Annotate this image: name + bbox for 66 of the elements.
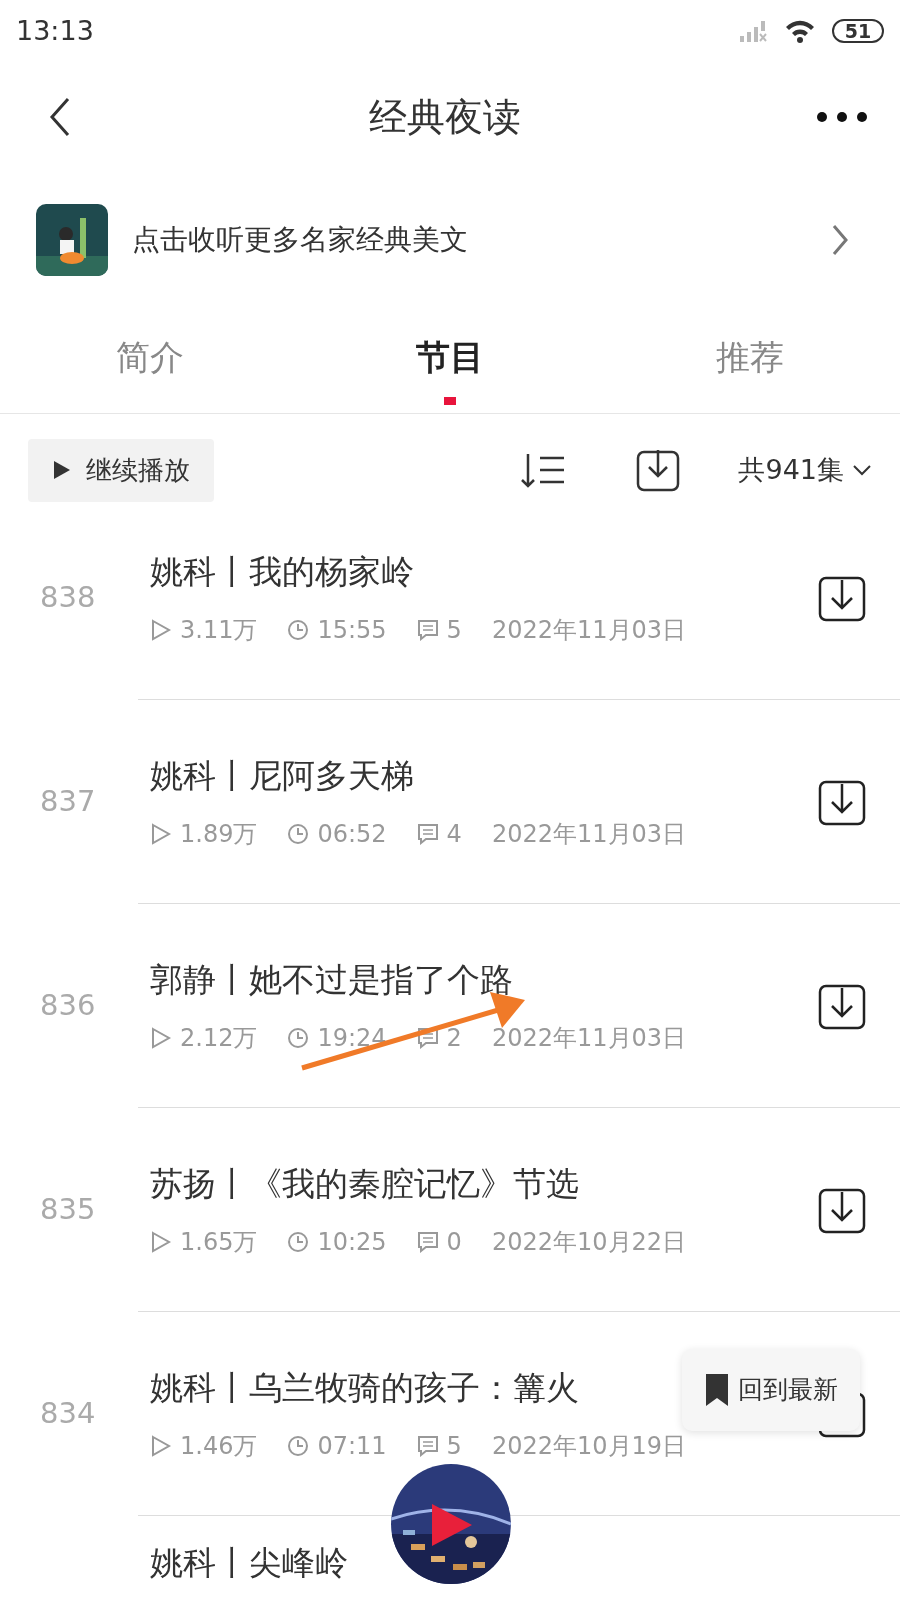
play-count-icon bbox=[150, 1231, 172, 1254]
comment-text: 5 bbox=[446, 615, 462, 647]
status-time: 13:13 bbox=[16, 13, 94, 48]
episode-number: 836 bbox=[40, 988, 96, 1023]
play-count-icon bbox=[150, 619, 172, 642]
play-count-text: 1.65万 bbox=[180, 1227, 258, 1259]
episode-date: 2022年10月22日 bbox=[491, 1227, 687, 1259]
episode-date: 2022年10月19日 bbox=[491, 1431, 687, 1463]
tab-indicator bbox=[444, 397, 456, 405]
tab[interactable]: 简介 bbox=[0, 302, 300, 413]
episode-title[interactable]: 姚科丨乌兰牧骑的孩子：篝火 bbox=[150, 1362, 579, 1413]
back-to-latest-toast[interactable]: 回到最新 bbox=[682, 1349, 860, 1431]
comment-icon bbox=[416, 1231, 439, 1254]
play-count-icon bbox=[150, 1435, 172, 1458]
episode-title[interactable]: 苏扬丨《我的秦腔记忆》节选 bbox=[150, 1158, 579, 1209]
clock-icon bbox=[287, 1231, 310, 1254]
play-count-icon bbox=[150, 823, 172, 846]
chevron-down-icon bbox=[852, 463, 872, 477]
wifi-icon bbox=[784, 18, 816, 44]
play-count-text: 3.11万 bbox=[180, 615, 258, 647]
more-icon[interactable] bbox=[816, 111, 868, 123]
tab[interactable]: 推荐 bbox=[600, 302, 900, 413]
episode-date: 2022年11月03日 bbox=[491, 1023, 687, 1055]
clock-text: 10:25 bbox=[317, 1227, 387, 1259]
play-count-text: 2.12万 bbox=[180, 1023, 258, 1055]
episode-number: 837 bbox=[40, 784, 96, 819]
clock-text: 06:52 bbox=[317, 819, 387, 851]
episode-count-dropdown[interactable]: 共941集 bbox=[738, 449, 872, 491]
comment-icon bbox=[416, 823, 439, 846]
episode-date: 2022年11月03日 bbox=[491, 615, 687, 647]
continue-play-button[interactable]: 继续播放 bbox=[28, 438, 214, 502]
episode-number: 835 bbox=[40, 1192, 96, 1227]
episode-title[interactable]: 姚科丨尖峰岭 bbox=[150, 1538, 348, 1588]
episode-date: 2022年11月03日 bbox=[491, 819, 687, 851]
comment-icon bbox=[416, 1027, 439, 1050]
play-icon[interactable] bbox=[430, 1502, 474, 1548]
episode-title[interactable]: 姚科丨尼阿多天梯 bbox=[150, 750, 414, 801]
download-icon[interactable] bbox=[636, 448, 681, 492]
banner-text[interactable]: 点击收听更多名家经典美文 bbox=[132, 219, 830, 261]
comment-icon bbox=[416, 1435, 439, 1458]
clock-text: 07:11 bbox=[317, 1431, 387, 1463]
comment-text: 4 bbox=[446, 819, 462, 851]
bookmark-icon bbox=[704, 1371, 730, 1408]
clock-icon bbox=[287, 619, 310, 642]
comment-text: 5 bbox=[446, 1431, 462, 1463]
clock-icon bbox=[287, 1435, 310, 1458]
chevron-right-icon[interactable] bbox=[830, 222, 850, 258]
clock-text: 15:55 bbox=[317, 615, 387, 647]
comment-text: 2 bbox=[446, 1023, 462, 1055]
signal-icon bbox=[738, 18, 768, 44]
play-count-icon bbox=[150, 1027, 172, 1050]
episode-title[interactable]: 郭静丨她不过是指了个路 bbox=[150, 954, 513, 1005]
play-count-text: 1.46万 bbox=[180, 1431, 258, 1463]
episode-number: 834 bbox=[40, 1396, 96, 1431]
clock-icon bbox=[287, 823, 310, 846]
play-count-text: 1.89万 bbox=[180, 819, 258, 851]
battery-icon: 51 bbox=[832, 19, 884, 43]
clock-icon bbox=[287, 1027, 310, 1050]
comment-icon bbox=[416, 619, 439, 642]
episode-number: 838 bbox=[40, 580, 96, 615]
play-icon bbox=[52, 459, 70, 481]
clock-text: 19:24 bbox=[317, 1023, 387, 1055]
comment-text: 0 bbox=[446, 1227, 462, 1259]
page-title: 经典夜读 bbox=[369, 93, 521, 141]
episode-title[interactable]: 姚科丨我的杨家岭 bbox=[150, 546, 414, 597]
tab[interactable]: 节目 bbox=[300, 302, 600, 413]
